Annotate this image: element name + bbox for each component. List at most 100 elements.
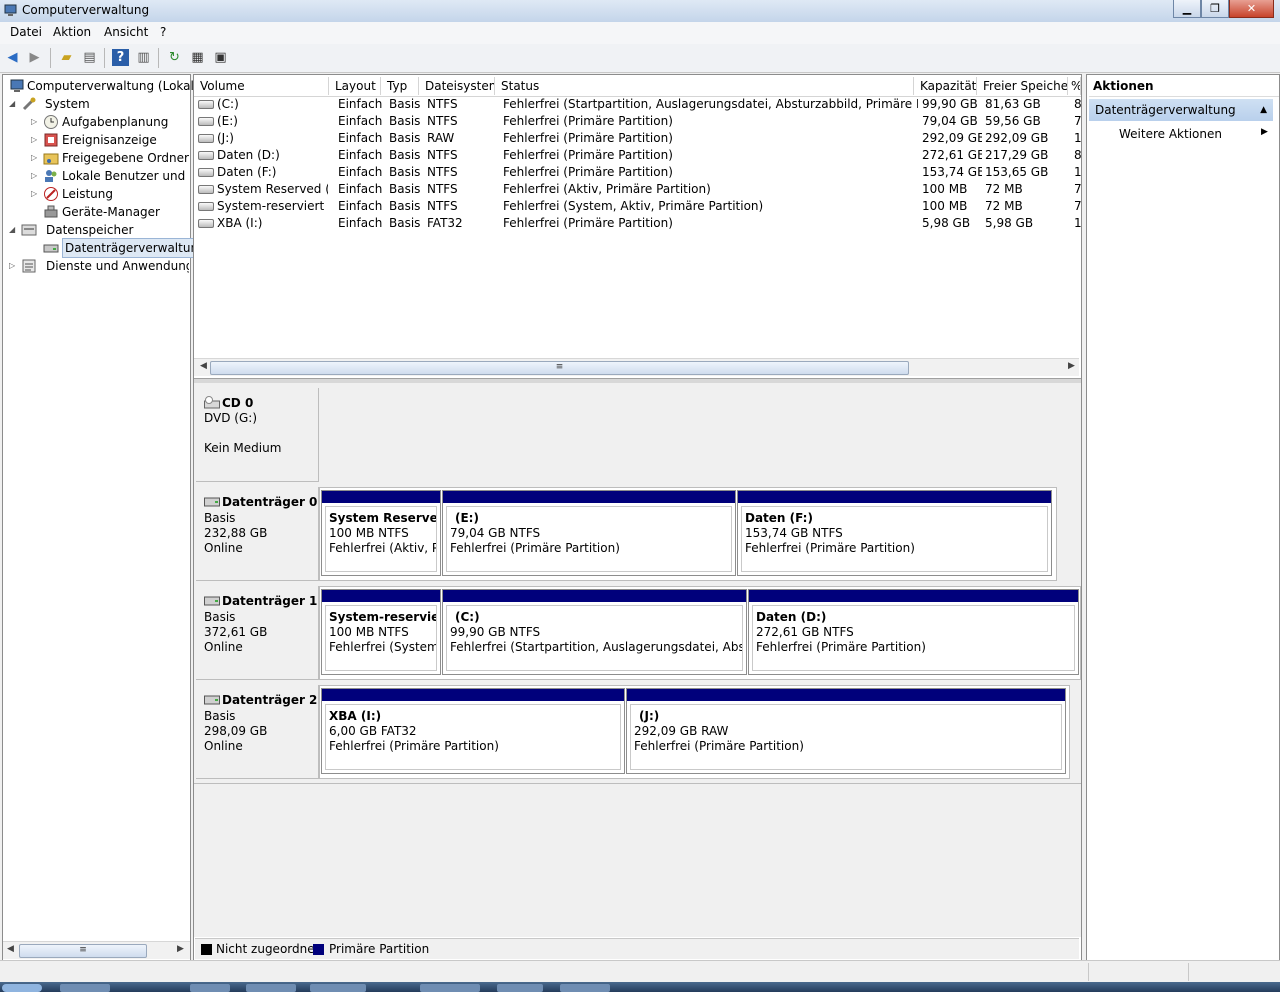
volume-cell: RAW (427, 131, 455, 145)
expand-triangle-icon[interactable]: ▷ (31, 149, 41, 167)
scroll-thumb[interactable]: ≡ (210, 361, 909, 375)
taskbar-item[interactable] (560, 984, 610, 992)
volume-cell: 100 MB (922, 182, 968, 196)
volume-row[interactable]: (J:) Einfach Basis RAW Fehlerfrei (Primäre P… (196, 130, 1082, 147)
primary-partition-bar (443, 491, 735, 503)
partition-daten-d[interactable]: Daten (D:) 272,61 GB NTFS Fehlerfrei (Prim… (748, 589, 1079, 675)
volume-row[interactable]: (C:) Einfach Basis NTFS Fehlerfrei (Startpar… (196, 96, 1082, 113)
tree-dienste[interactable]: ▷ Dienste und Anwendungen (9, 257, 189, 275)
volume-cell: Basis (389, 182, 421, 196)
taskbar-item[interactable] (497, 984, 543, 992)
column-layout[interactable]: Layout (329, 77, 381, 95)
partition-c[interactable]: (C:) 99,90 GB NTFS Fehlerfrei (Startpartit… (442, 589, 747, 675)
partition-xba-i[interactable]: XBA (I:) 6,00 GB FAT32 Fehlerfrei (Primäre… (321, 688, 625, 774)
disk-label-disk0[interactable]: Datenträger 0 Basis 232,88 GB Online (196, 487, 319, 581)
tree-item-geraete-manager[interactable]: Geräte-Manager (31, 203, 189, 221)
tree-item-freigegebene-ordner[interactable]: ▷ Freigegebene Ordner (31, 149, 189, 167)
disk-label-disk1[interactable]: Datenträger 1 Basis 372,61 GB Online (196, 586, 319, 680)
scroll-thumb[interactable]: ≡ (19, 944, 147, 958)
actions-group-datentraegerverwaltung[interactable]: Datenträgerverwaltung ▲ (1089, 99, 1273, 121)
refresh-icon[interactable]: ↻ (166, 49, 183, 66)
expand-triangle-icon[interactable]: ▷ (31, 167, 41, 185)
volume-row[interactable]: XBA (I:) Einfach Basis FAT32 Fehlerfrei (Pri… (196, 215, 1082, 232)
volume-row[interactable]: System Reserved (H:) Einfach Basis NTFS Fehl… (196, 181, 1082, 198)
back-arrow-icon[interactable]: ◀ (4, 49, 21, 66)
taskbar-item[interactable] (420, 984, 480, 992)
column-kapazitaet[interactable]: Kapazität (914, 77, 977, 95)
disk0-partition-area: System Reserved (H:)100 MB NTFSFehlerfre… (319, 487, 1057, 581)
help-icon[interactable]: ? (112, 49, 129, 66)
taskbar-item[interactable] (246, 984, 296, 992)
volume-cell: Fehlerfrei (Primäre Partition) (503, 131, 673, 145)
volume-cell: System-reserviert (198, 198, 328, 215)
volume-row[interactable]: Daten (F:) Einfach Basis NTFS Fehlerfrei (Pr… (196, 164, 1082, 181)
volume-row[interactable]: System-reserviert Einfach Basis NTFS Fehlerf… (196, 198, 1082, 215)
scroll-left-icon[interactable]: ◀ (7, 944, 14, 954)
maximize-button[interactable]: ❐ (1201, 0, 1229, 18)
menu-ansicht[interactable]: Ansicht (104, 25, 148, 39)
scroll-right-icon[interactable]: ▶ (177, 944, 184, 954)
scroll-left-icon[interactable]: ◀ (200, 361, 207, 371)
disk-label-disk2[interactable]: Datenträger 2 Basis 298,09 GB Online (196, 685, 319, 779)
computer-management-icon (4, 4, 17, 16)
performance-icon (44, 187, 58, 201)
forward-arrow-icon[interactable]: ▶ (26, 49, 43, 66)
tree-item-lokale-benutzer[interactable]: ▷ Lokale Benutzer und Gruppen (31, 167, 189, 185)
volume-cell: FAT32 (427, 216, 463, 230)
expand-triangle-icon[interactable]: ▷ (31, 113, 41, 131)
column-freier-speicher[interactable]: Freier Speicher (977, 77, 1068, 95)
tree-horizontal-scrollbar[interactable]: ◀ ≡ ▶ (3, 941, 190, 959)
menu-aktion[interactable]: Aktion (53, 25, 91, 39)
column-dateisystem[interactable]: Dateisystem (419, 77, 495, 95)
action-weitere-aktionen[interactable]: Weitere Aktionen (1119, 127, 1222, 142)
volume-row[interactable]: (E:) Einfach Basis NTFS Fehlerfrei (Primäre … (196, 113, 1082, 130)
tree-item-aufgabenplanung[interactable]: ▷ Aufgabenplanung (31, 113, 189, 131)
expand-triangle-icon[interactable]: ▷ (31, 185, 41, 203)
tree-item-ereignisanzeige[interactable]: ▷ Ereignisanzeige (31, 131, 189, 149)
taskbar-item[interactable] (60, 984, 110, 992)
tree-item-datentraegerverwaltung[interactable]: Datenträgerverwaltung (31, 238, 209, 258)
minimize-button[interactable]: ▁ (1173, 0, 1201, 18)
partition-system-reserved-h[interactable]: System Reserved (H:)100 MB NTFSFehlerfre… (321, 490, 441, 576)
column-status[interactable]: Status (495, 77, 914, 95)
column-typ[interactable]: Typ (381, 77, 419, 95)
volume-cell: Basis (389, 131, 421, 145)
tree-datenspeicher[interactable]: ◢ Datenspeicher (9, 221, 189, 239)
volume-cell: Basis (389, 114, 421, 128)
partition-j[interactable]: (J:) 292,09 GB RAW Fehlerfrei (Primäre Par… (626, 688, 1066, 774)
action-pane-icon[interactable]: ▥ (135, 49, 152, 66)
show-hide-tree-icon[interactable]: ▤ (81, 49, 98, 66)
up-folder-icon[interactable]: ▰ (58, 49, 75, 66)
volume-cell: Fehlerfrei (System, Aktiv, Primäre Parti… (503, 199, 764, 213)
collapse-up-icon[interactable]: ▲ (1260, 99, 1267, 121)
device-manager-icon (44, 205, 58, 218)
taskbar-item[interactable] (190, 984, 230, 992)
scroll-right-icon[interactable]: ▶ (1068, 361, 1075, 371)
disk1-partition-area: System-reserviert100 MB NTFSFehlerfrei (… (319, 586, 1081, 680)
volume-cell: Fehlerfrei (Startpartition, Auslagerungs… (503, 97, 918, 111)
collapse-triangle-icon[interactable]: ◢ (9, 221, 19, 239)
partition-e[interactable]: (E:) 79,04 GB NTFS Fehlerfrei (Primäre Par… (442, 490, 736, 576)
tree-item-leistung[interactable]: ▷ Leistung (31, 185, 189, 203)
menu-datei[interactable]: Datei (10, 25, 42, 39)
expand-triangle-icon[interactable]: ▷ (31, 131, 41, 149)
tree-root[interactable]: Computerverwaltung (Lokal) (7, 77, 199, 95)
export-list-icon[interactable]: ▣ (212, 49, 229, 66)
menu-help[interactable]: ? (160, 25, 166, 39)
volume-row[interactable]: Daten (D:) Einfach Basis NTFS Fehlerfrei (Pr… (196, 147, 1082, 164)
start-button[interactable] (2, 984, 42, 992)
volume-cell: 72 MB (985, 182, 1023, 196)
column-volume[interactable]: Volume (194, 77, 329, 95)
tree-system[interactable]: ◢ System (9, 95, 189, 113)
taskbar-item[interactable] (310, 984, 366, 992)
volume-list-horizontal-scrollbar[interactable]: ◀ ≡ ▶ (194, 358, 1079, 376)
collapse-triangle-icon[interactable]: ◢ (9, 95, 19, 113)
disk-label-cd0[interactable]: CD 0 DVD (G:) Kein Medium (196, 388, 319, 482)
column-percent[interactable]: % (1068, 77, 1081, 95)
properties-icon[interactable]: ▦ (189, 49, 206, 66)
submenu-arrow-icon[interactable]: ▶ (1261, 127, 1268, 137)
partition-system-reserviert[interactable]: System-reserviert100 MB NTFSFehlerfrei (… (321, 589, 441, 675)
expand-triangle-icon[interactable]: ▷ (9, 257, 19, 275)
partition-daten-f[interactable]: Daten (F:) 153,74 GB NTFS Fehlerfrei (Prim… (737, 490, 1052, 576)
close-button[interactable]: ✕ (1229, 0, 1274, 18)
